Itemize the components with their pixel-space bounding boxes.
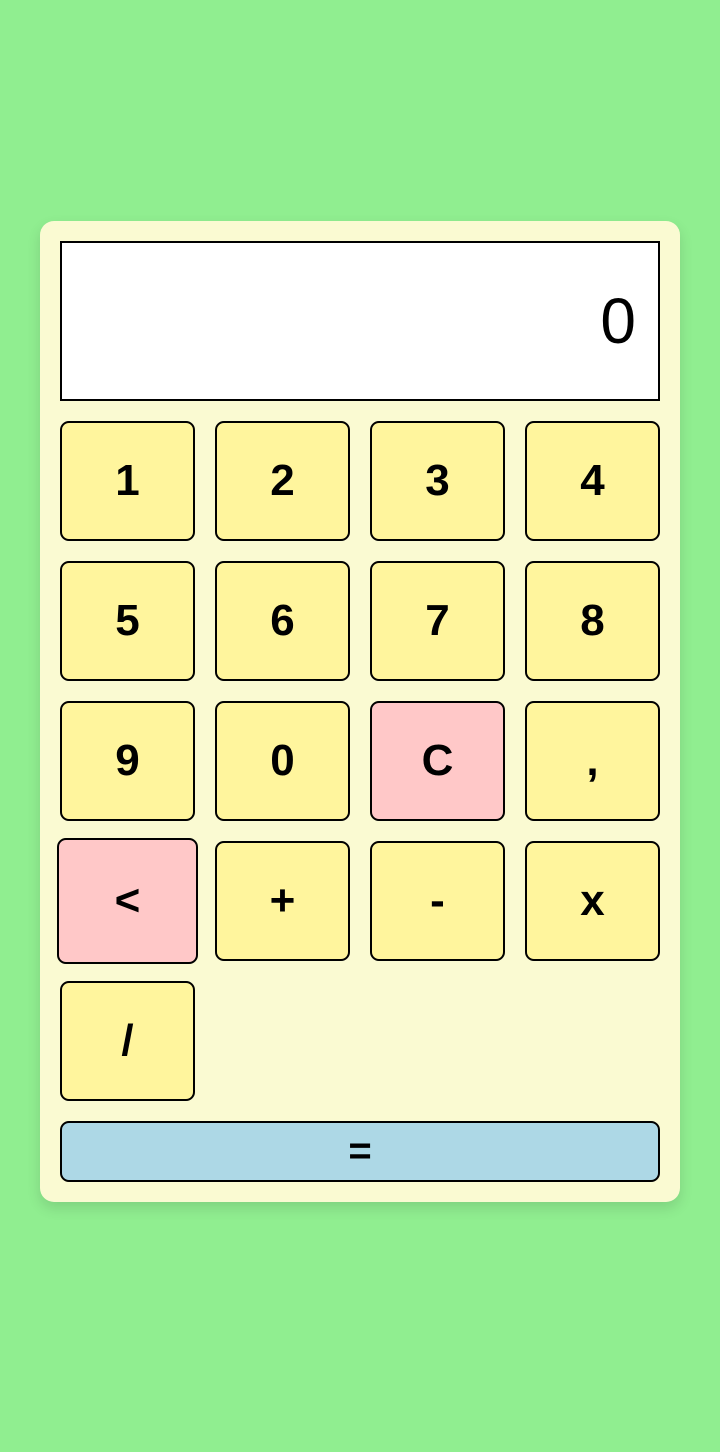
plus-button[interactable]: + xyxy=(215,841,350,961)
key-0[interactable]: 0 xyxy=(215,701,350,821)
key-2[interactable]: 2 xyxy=(215,421,350,541)
divide-button[interactable]: / xyxy=(60,981,195,1101)
key-3[interactable]: 3 xyxy=(370,421,505,541)
comma-button[interactable]: , xyxy=(525,701,660,821)
equals-button[interactable]: = xyxy=(60,1121,660,1182)
clear-button[interactable]: C xyxy=(370,701,505,821)
key-6[interactable]: 6 xyxy=(215,561,350,681)
key-4[interactable]: 4 xyxy=(525,421,660,541)
key-1[interactable]: 1 xyxy=(60,421,195,541)
calculator-display: 0 xyxy=(60,241,660,401)
key-5[interactable]: 5 xyxy=(60,561,195,681)
key-7[interactable]: 7 xyxy=(370,561,505,681)
multiply-button[interactable]: x xyxy=(525,841,660,961)
key-8[interactable]: 8 xyxy=(525,561,660,681)
minus-button[interactable]: - xyxy=(370,841,505,961)
calculator-panel: 0 1 2 3 4 5 6 7 8 9 0 C , < + - x / = xyxy=(40,221,680,1202)
key-9[interactable]: 9 xyxy=(60,701,195,821)
backspace-button[interactable]: < xyxy=(57,838,198,964)
display-value: 0 xyxy=(600,285,636,357)
